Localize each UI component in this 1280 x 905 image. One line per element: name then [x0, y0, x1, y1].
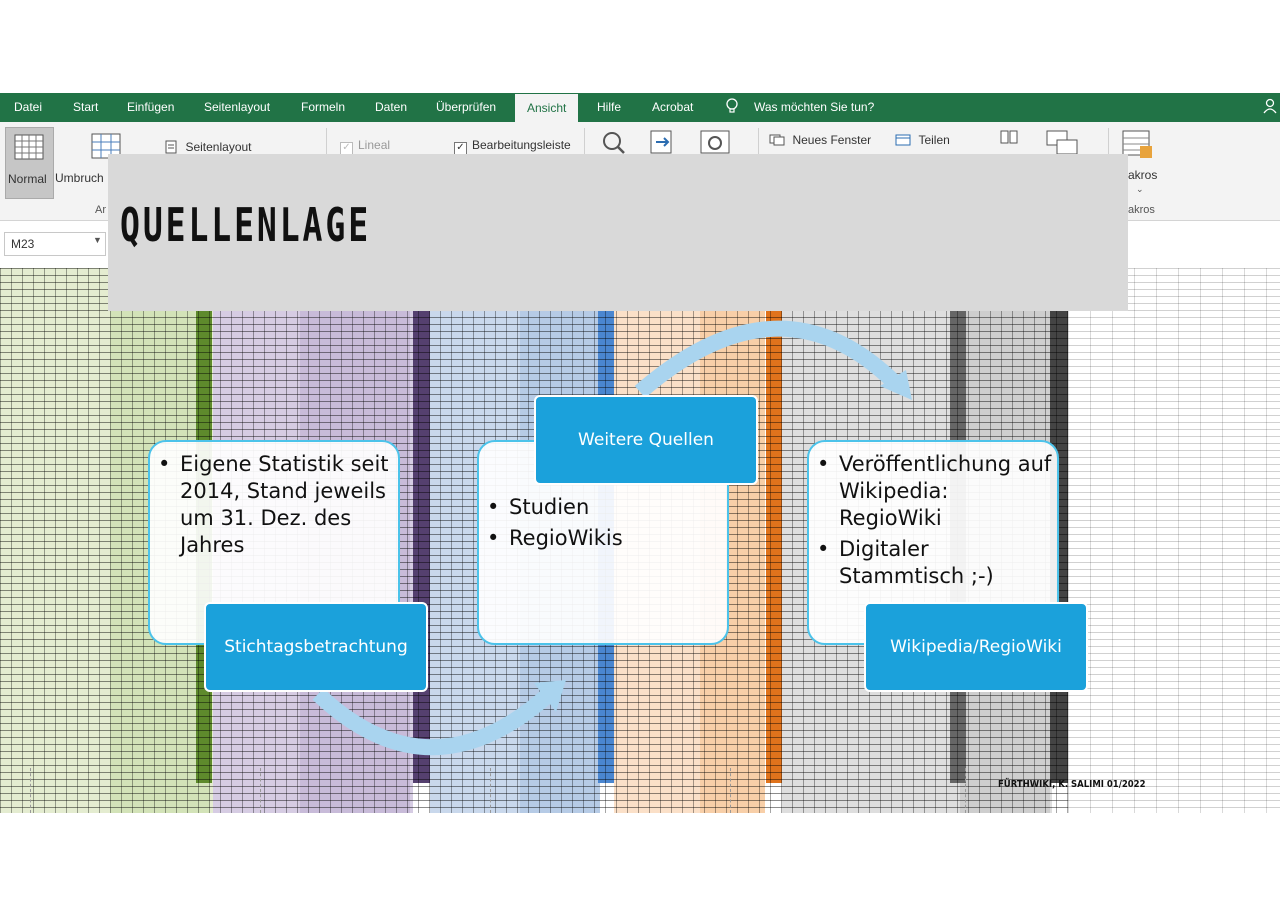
card-wikipedia-bullet-veroeffentlichung: Veröffentlichung auf Wikipedia: RegioWik… — [817, 451, 1057, 532]
label-stichtagsbetrachtung: Stichtagsbetrachtung — [204, 602, 428, 692]
card-weitere-bullet-studien: Studien — [487, 494, 727, 521]
label-weitere-quellen: Weitere Quellen — [534, 395, 758, 485]
upper-curved-arrow — [634, 320, 901, 399]
lower-curved-arrow — [312, 688, 554, 756]
card-stichtag-bullet: Eigene Statistik seit 2014, Stand jeweil… — [158, 451, 398, 559]
slide-footer: FÜRTHWIKI, K. SALIMI 01/2022 — [998, 779, 1146, 790]
label-wikipedia-regiowiki: Wikipedia/RegioWiki — [864, 602, 1088, 692]
card-weitere-bullet-regiowikis: RegioWikis — [487, 525, 727, 552]
card-wikipedia-bullet-stammtisch: Digitaler Stammtisch ;-) — [817, 536, 1057, 590]
